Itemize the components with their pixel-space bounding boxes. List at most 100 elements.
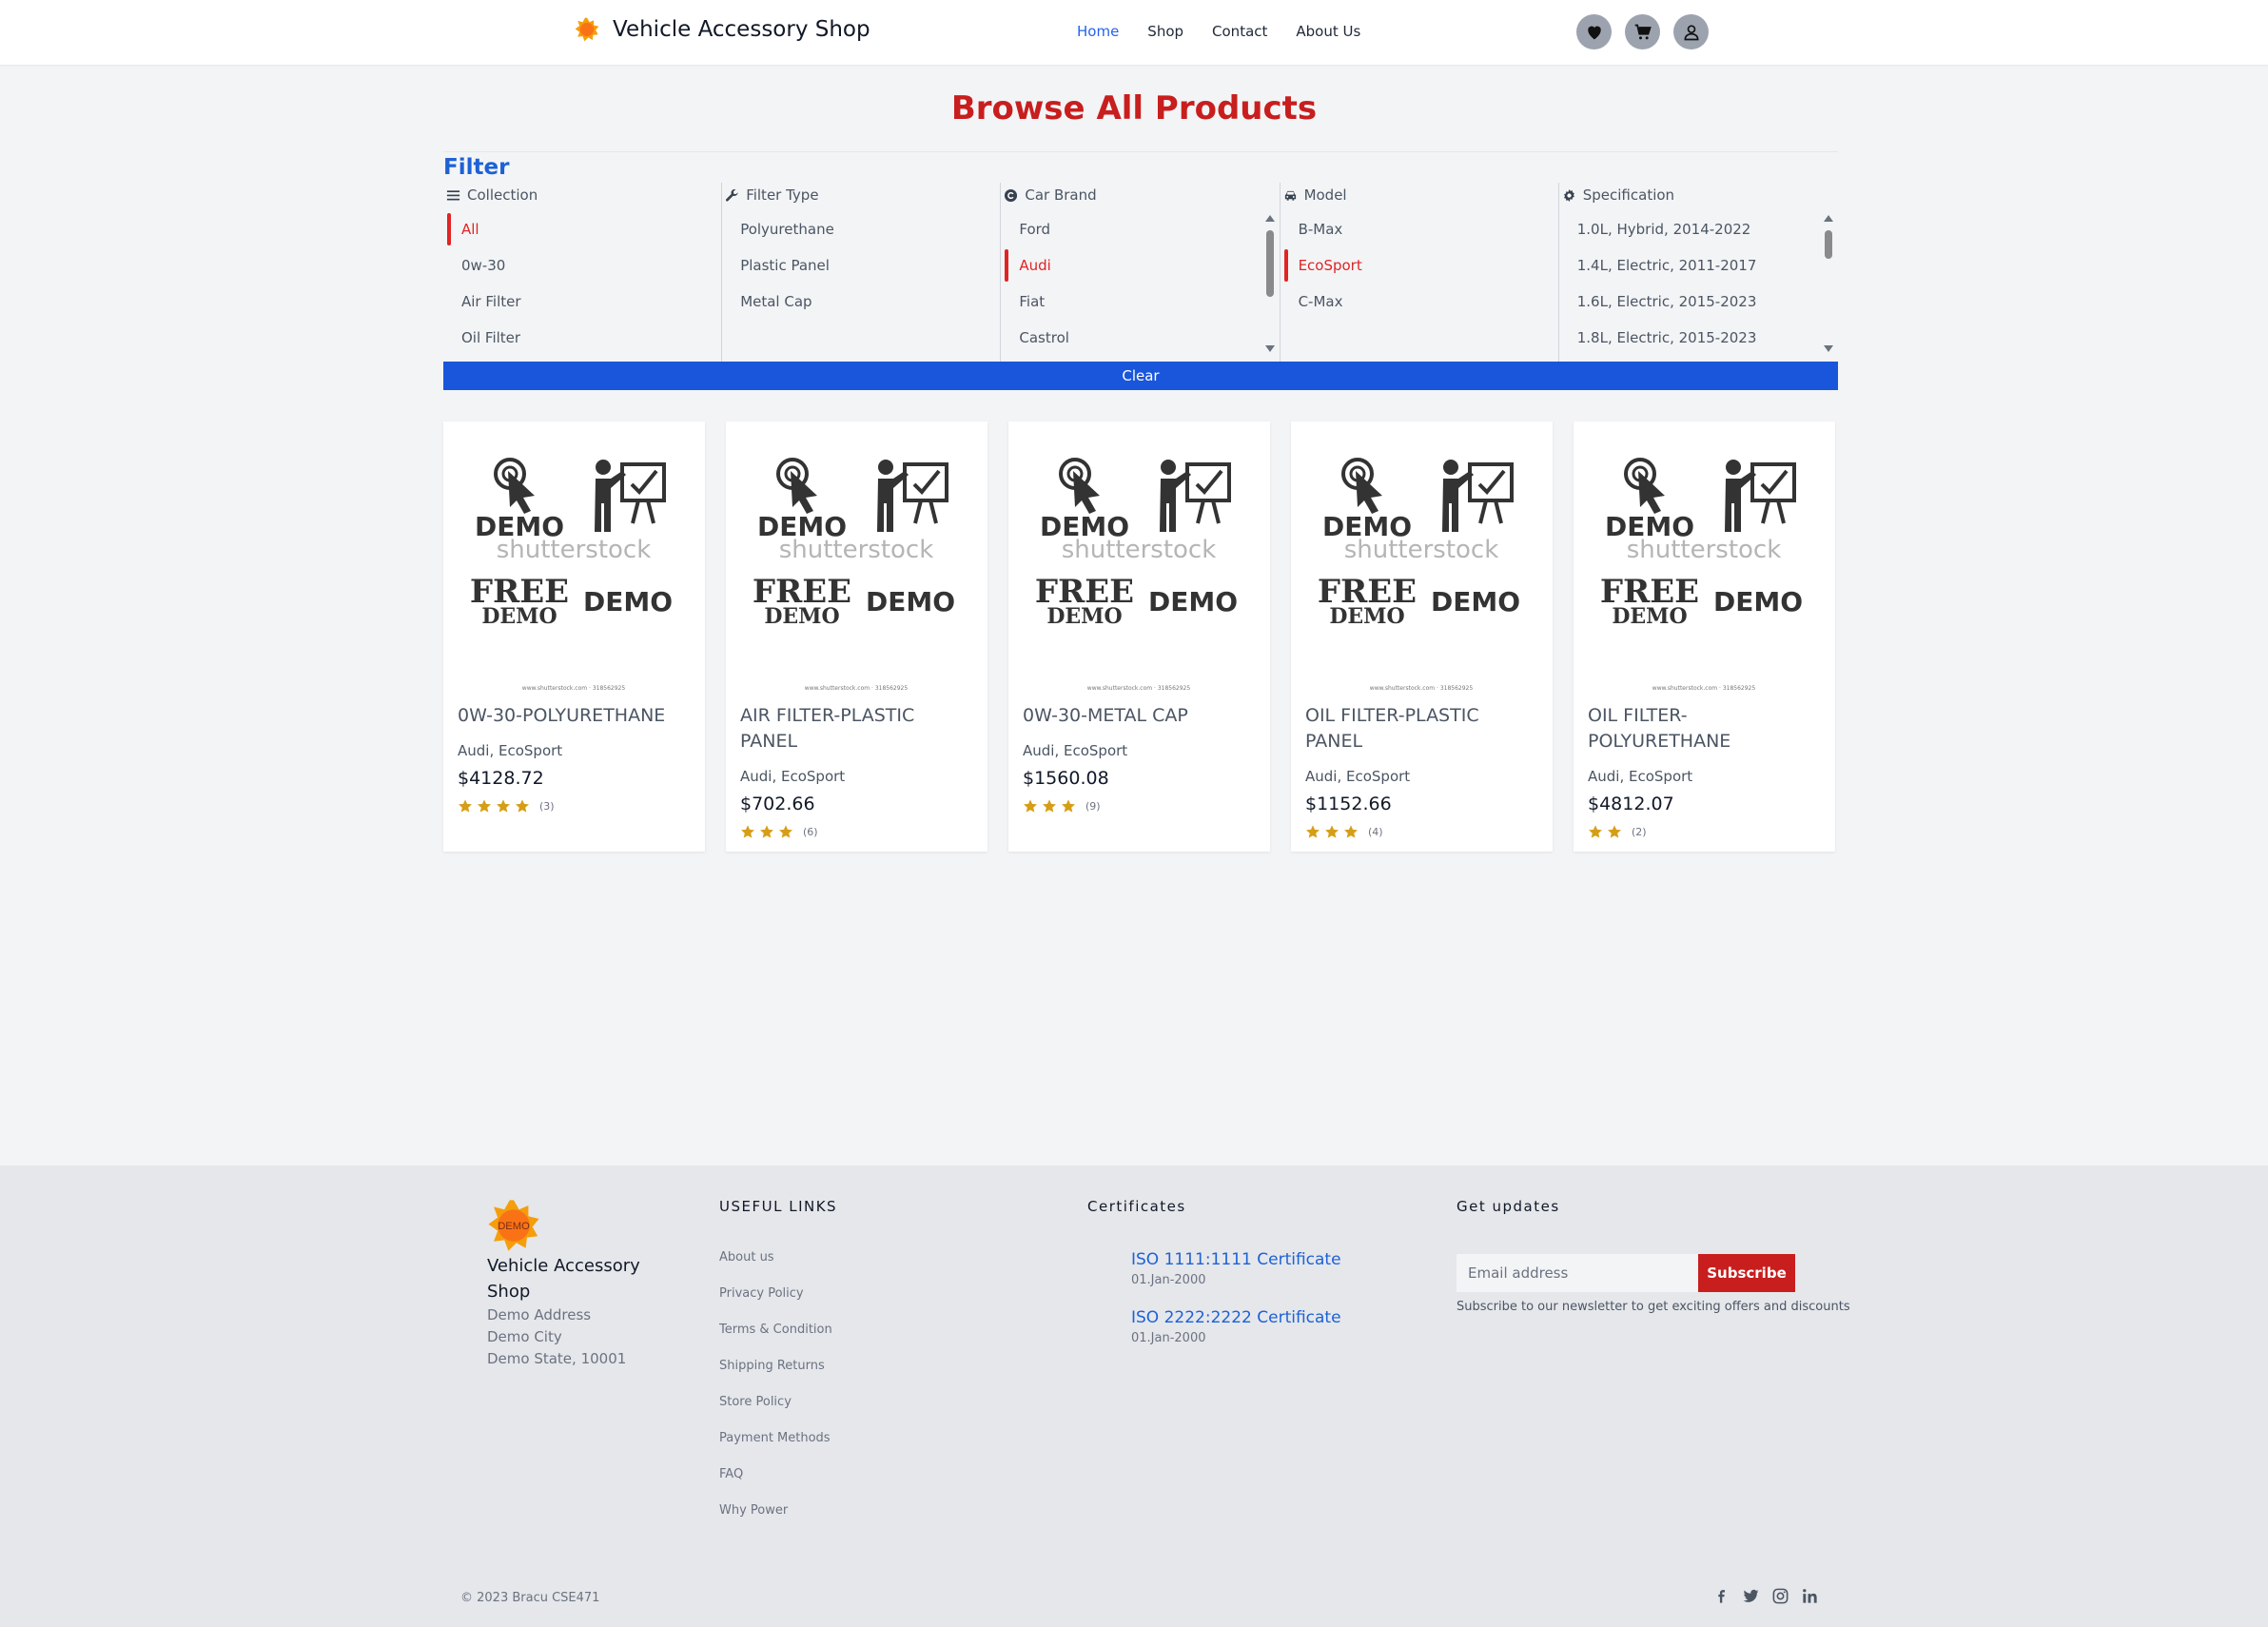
star-icon xyxy=(1062,799,1075,813)
footer-address-line: Demo Address xyxy=(487,1306,592,1323)
filter-header-label: Model xyxy=(1303,186,1347,204)
subscribe-button[interactable]: Subscribe xyxy=(1698,1254,1795,1292)
filter-model: Model B-Max EcoSport C-Max xyxy=(1281,183,1559,362)
product-title[interactable]: AIR FILTER-PLASTIC PANEL xyxy=(740,703,973,755)
product-image: DEMOshutterstockFREEDEMO DEMOwww.shutters… xyxy=(443,421,705,697)
footer-link-faq[interactable]: FAQ xyxy=(719,1467,743,1481)
footer-link-why-power[interactable]: Why Power xyxy=(719,1503,788,1518)
instagram-icon[interactable] xyxy=(1771,1587,1789,1605)
filter-option[interactable]: Air Filter xyxy=(443,285,700,318)
scroll-down-arrow-icon[interactable] xyxy=(1264,345,1275,352)
product-title[interactable]: 0W-30-METAL CAP xyxy=(1023,703,1256,729)
page-title: Browse All Products xyxy=(950,89,1318,127)
filter-option[interactable]: All xyxy=(443,213,700,245)
filter-option[interactable]: 0w-30 xyxy=(443,249,700,282)
footer-link-privacy[interactable]: Privacy Policy xyxy=(719,1286,804,1301)
product-card[interactable]: DEMO shutterstock FREE DEMO DEMO www.shutters… xyxy=(1574,421,1835,852)
filter-header-label: Collection xyxy=(467,186,538,204)
logo-text: DEMO xyxy=(498,1221,530,1232)
product-image: DEMOshutterstockFREEDEMO DEMOwww.shutters… xyxy=(726,421,987,697)
filter-option[interactable]: Polyurethane xyxy=(722,213,979,245)
filter-option[interactable]: Ford xyxy=(1001,213,1258,245)
star-icon xyxy=(1306,825,1320,838)
star-icon xyxy=(1325,825,1339,838)
star-icon xyxy=(1608,825,1621,838)
filter-option[interactable]: Oil Filter xyxy=(443,322,700,354)
product-card[interactable]: DEMO shutterstock FREE DEMO DEMO www.shutters… xyxy=(1291,421,1553,852)
account-button[interactable] xyxy=(1673,14,1709,49)
filter-option[interactable]: EcoSport xyxy=(1281,249,1537,282)
wrench-icon xyxy=(726,188,738,202)
filter-option[interactable]: 1.6L, Electric, 2015-2023 xyxy=(1559,285,1816,318)
wishlist-button[interactable] xyxy=(1576,14,1612,49)
scroll-up-arrow-icon[interactable] xyxy=(1823,215,1833,222)
filter-option[interactable]: B-Max xyxy=(1281,213,1537,245)
footer-link-store-policy[interactable]: Store Policy xyxy=(719,1395,792,1409)
filter-option[interactable]: Castrol xyxy=(1001,322,1258,354)
filter-option[interactable]: Audi xyxy=(1001,249,1258,282)
scroll-down-arrow-icon[interactable] xyxy=(1823,345,1833,352)
filter-title: Filter xyxy=(443,155,510,180)
nav-contact[interactable]: Contact xyxy=(1212,23,1267,40)
navbar: Vehicle Accessory Shop Home Shop Contact… xyxy=(0,0,2268,65)
filter-option[interactable]: 1.4L, Electric, 2011-2017 xyxy=(1559,249,1816,282)
filter-option[interactable]: Plastic Panel xyxy=(722,249,979,282)
product-title[interactable]: 0W-30-POLYURETHANE xyxy=(458,703,691,729)
scroll-up-arrow-icon[interactable] xyxy=(1264,215,1275,222)
filter-header-label: Filter Type xyxy=(746,186,819,204)
email-input[interactable] xyxy=(1457,1254,1698,1292)
facebook-icon[interactable] xyxy=(1712,1587,1730,1605)
product-card[interactable]: DEMO shutterstock FREE DEMO DEMO www.shutters… xyxy=(726,421,987,852)
filter-specification: Specification 1.0L, Hybrid, 2014-2022 1.… xyxy=(1559,183,1838,362)
scrollbar[interactable] xyxy=(1264,215,1276,352)
filter-header: Collection xyxy=(446,186,538,204)
product-price: $4812.07 xyxy=(1588,794,1674,814)
brand[interactable]: Vehicle Accessory Shop xyxy=(575,17,870,42)
nav-about-us[interactable]: About Us xyxy=(1296,23,1360,40)
product-card[interactable]: DEMO shutterstock FREE DEMO DEMO www.shutters… xyxy=(1008,421,1270,852)
twitter-icon[interactable] xyxy=(1742,1587,1760,1605)
watermark-text: shutterstock xyxy=(1062,536,1217,564)
footer-link-about[interactable]: About us xyxy=(719,1250,774,1264)
nav-shop[interactable]: Shop xyxy=(1147,23,1183,40)
review-count: (2) xyxy=(1632,825,1647,838)
footer-link-shipping[interactable]: Shipping Returns xyxy=(719,1359,825,1373)
star-icon xyxy=(1024,799,1037,813)
product-title[interactable]: OIL FILTER-POLYURETHANE xyxy=(1588,703,1821,755)
product-card[interactable]: DEMO shutterstock FREE DEMO DEMO www.shutters… xyxy=(443,421,705,852)
certificates-heading: Certificates xyxy=(1087,1198,1186,1215)
copyright: © 2023 Bracu CSE471 xyxy=(460,1591,600,1605)
filter-option[interactable]: Fiat xyxy=(1001,285,1258,318)
watermark-caption: www.shutterstock.com · 318562925 xyxy=(1087,685,1191,692)
star-icon xyxy=(459,799,472,813)
filter-option[interactable]: 1.8L, Electric, 2015-2023 xyxy=(1559,322,1816,354)
certificate-link[interactable]: ISO 2222:2222 Certificate xyxy=(1131,1308,1341,1327)
clear-filters-button[interactable]: Clear xyxy=(443,362,1838,390)
cart-icon xyxy=(1634,24,1652,39)
product-price: $4128.72 xyxy=(458,768,544,789)
product-rating: (2) xyxy=(1588,824,1647,839)
scrollbar[interactable] xyxy=(1823,215,1834,352)
nav-home[interactable]: Home xyxy=(1077,23,1119,40)
filter-header: Filter Type xyxy=(725,186,819,204)
scroll-thumb[interactable] xyxy=(1265,230,1274,297)
filter-header-label: Car Brand xyxy=(1025,186,1097,204)
watermark-caption: www.shutterstock.com · 318562925 xyxy=(522,685,626,692)
filter-option[interactable]: C-Max xyxy=(1281,285,1537,318)
footer-link-terms[interactable]: Terms & Condition xyxy=(719,1323,832,1337)
filter-option[interactable]: Metal Cap xyxy=(722,285,979,318)
footer-brand: Vehicle Accessory Shop xyxy=(487,1256,640,1302)
product-title[interactable]: OIL FILTER-PLASTIC PANEL xyxy=(1305,703,1538,755)
review-count: (4) xyxy=(1368,825,1383,838)
cart-button[interactable] xyxy=(1625,14,1660,49)
watermark-text: DEMO xyxy=(1148,586,1238,617)
scroll-thumb[interactable] xyxy=(1824,230,1832,259)
review-count: (3) xyxy=(539,799,555,813)
filter-option[interactable]: 1.0L, Hybrid, 2014-2022 xyxy=(1559,213,1816,245)
linkedin-icon[interactable] xyxy=(1801,1587,1819,1605)
filter-header: Specification xyxy=(1562,186,1674,204)
certificate-link[interactable]: ISO 1111:1111 Certificate xyxy=(1131,1250,1341,1269)
review-count: (9) xyxy=(1085,799,1101,813)
footer-link-payment[interactable]: Payment Methods xyxy=(719,1431,831,1445)
product-subtitle: Audi, EcoSport xyxy=(458,742,563,759)
